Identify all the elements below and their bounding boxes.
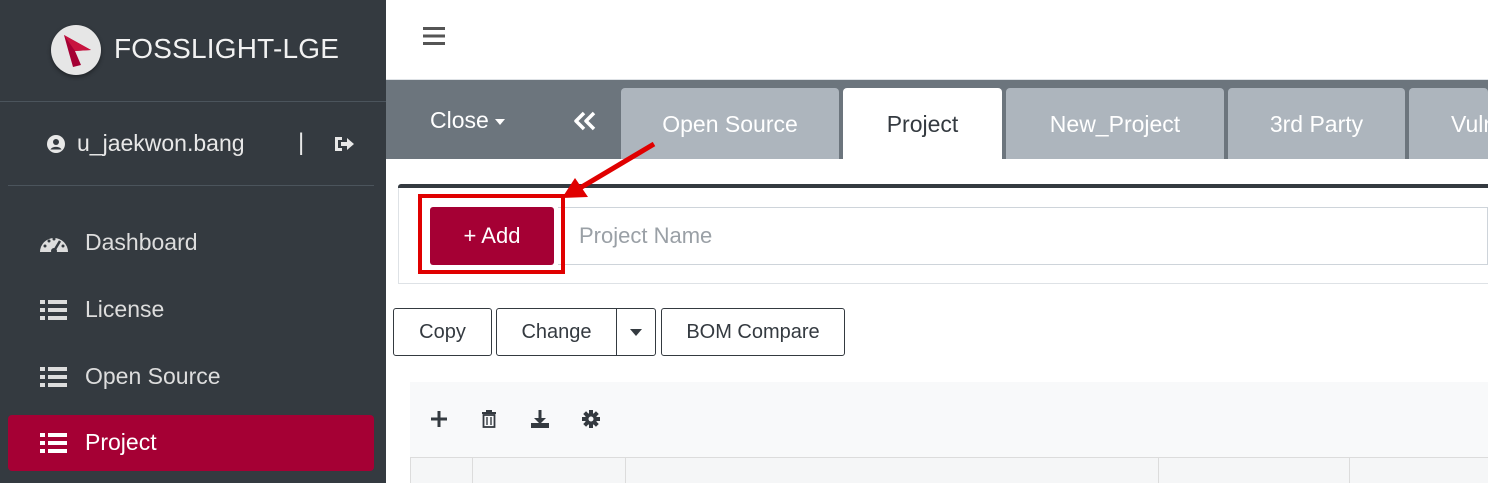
sidebar-item-project[interactable]: Project bbox=[8, 415, 374, 471]
hamburger-icon[interactable] bbox=[422, 25, 446, 47]
tab-bar: Close Open Source Project New_Project 3r… bbox=[386, 80, 1488, 159]
double-chevron-left-icon[interactable] bbox=[572, 110, 598, 132]
sidebar-item-open-source[interactable]: Open Source bbox=[8, 349, 374, 405]
tab-open-source[interactable]: Open Source bbox=[621, 88, 839, 159]
annotation-highlight-box bbox=[418, 194, 565, 274]
dashboard-icon bbox=[40, 237, 68, 254]
brand-logo-icon bbox=[51, 25, 101, 75]
project-name-input[interactable] bbox=[558, 207, 1488, 265]
list-icon bbox=[40, 433, 67, 453]
top-navbar bbox=[386, 0, 1488, 80]
grid-column-divider bbox=[1349, 457, 1350, 483]
tab-3rd-party[interactable]: 3rd Party bbox=[1228, 88, 1405, 159]
sidebar-item-license[interactable]: License bbox=[8, 282, 374, 338]
tab-project[interactable]: Project bbox=[843, 88, 1002, 159]
user-separator: | bbox=[298, 129, 305, 156]
download-icon[interactable] bbox=[529, 408, 551, 430]
caret-down-icon bbox=[494, 118, 505, 125]
change-button[interactable]: Change bbox=[496, 308, 617, 356]
trash-icon[interactable] bbox=[478, 408, 500, 430]
sidebar-item-dashboard[interactable]: Dashboard bbox=[8, 215, 374, 271]
user-name[interactable]: u_jaekwon.bang bbox=[77, 130, 245, 157]
user-panel: u_jaekwon.bang | bbox=[8, 102, 374, 186]
brand-name: FOSSLIGHT-LGE bbox=[114, 33, 340, 64]
close-dropdown[interactable]: Close bbox=[430, 107, 505, 134]
logout-icon[interactable] bbox=[333, 135, 355, 153]
sidebar-item-label: License bbox=[85, 296, 165, 322]
sidebar-item-label: Open Source bbox=[85, 363, 221, 389]
tab-new-project[interactable]: New_Project bbox=[1006, 88, 1224, 159]
bom-compare-button[interactable]: BOM Compare bbox=[661, 308, 845, 356]
list-icon bbox=[40, 367, 67, 387]
copy-button[interactable]: Copy bbox=[393, 308, 492, 356]
grid-header bbox=[410, 457, 1488, 483]
tab-vulnerability[interactable]: Vulnerability bbox=[1409, 88, 1488, 159]
plus-icon[interactable] bbox=[428, 408, 450, 430]
grid-column-divider bbox=[472, 457, 473, 483]
sidebar: FOSSLIGHT-LGE u_jaekwon.bang | Dashboard bbox=[0, 0, 386, 483]
sidebar-item-label: Project bbox=[85, 429, 157, 455]
change-dropdown-toggle[interactable] bbox=[616, 308, 656, 356]
gear-icon[interactable] bbox=[580, 408, 602, 430]
close-label: Close bbox=[430, 107, 489, 133]
sidebar-item-label: Dashboard bbox=[85, 229, 198, 255]
caret-down-icon bbox=[630, 329, 642, 337]
grid-column-divider bbox=[625, 457, 626, 483]
user-circle-icon bbox=[47, 135, 65, 153]
grid-column-divider bbox=[1158, 457, 1159, 483]
brand[interactable]: FOSSLIGHT-LGE bbox=[0, 0, 386, 102]
list-icon bbox=[40, 300, 67, 320]
